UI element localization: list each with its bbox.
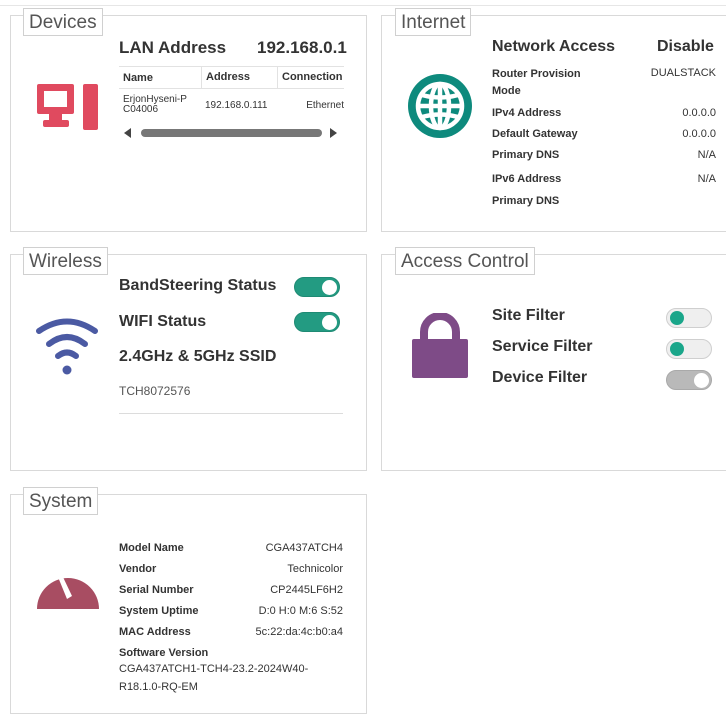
model-name-label: Model Name (119, 542, 184, 554)
internet-card-title: Internet (395, 8, 472, 36)
primary-dns-label: Primary DNS (492, 149, 560, 161)
device-address-cell: 192.168.0.111 (205, 99, 268, 111)
vendor-value: Technicolor (287, 563, 343, 575)
devices-card-title: Devices (23, 8, 103, 36)
wifi-status-label: WIFI Status (119, 313, 207, 330)
device-filter-label: Device Filter (492, 369, 588, 386)
access-control-card-title: Access Control (395, 247, 535, 275)
lan-clients-table: Name Address Connection ErjonHyseni-P C0… (119, 66, 344, 121)
top-divider (0, 5, 726, 6)
monitor-icon (37, 84, 98, 130)
scroll-right-arrow-icon[interactable] (329, 127, 339, 139)
ipv4-address-value: 0.0.0.0 (682, 107, 716, 119)
toggle-knob (694, 373, 709, 388)
gauge-icon (37, 575, 99, 609)
software-version-label: Software Version (119, 647, 209, 659)
ipv6-primary-dns-label: Primary DNS (492, 195, 560, 207)
device-filter-toggle[interactable] (666, 370, 712, 390)
default-gateway-value: 0.0.0.0 (682, 128, 716, 140)
mac-address-value: 5c:22:da:4c:b0:a4 (255, 626, 343, 638)
toggle-knob (670, 342, 684, 356)
site-filter-toggle[interactable] (666, 308, 712, 328)
lan-address-value: 192.168.0.1 (257, 38, 347, 57)
scroll-left-arrow-icon[interactable] (122, 127, 132, 139)
ssid-divider (119, 413, 343, 414)
column-header-address[interactable]: Address (201, 67, 277, 88)
router-provision-label: Router Provision Mode (492, 68, 581, 97)
toggle-knob (322, 280, 337, 295)
vendor-label: Vendor (119, 563, 157, 575)
bandsteering-toggle[interactable] (294, 277, 340, 297)
primary-dns-value: N/A (697, 149, 716, 161)
site-filter-label: Site Filter (492, 307, 565, 324)
service-filter-label: Service Filter (492, 338, 593, 355)
wireless-card-title: Wireless (23, 247, 108, 275)
model-name-value: CGA437ATCH4 (265, 542, 343, 554)
wifi-icon (36, 318, 98, 375)
lan-address-label: LAN Address (119, 38, 227, 57)
network-access-label: Network Access (492, 38, 616, 55)
serial-number-label: Serial Number (119, 584, 194, 596)
system-card-title: System (23, 487, 99, 515)
table-row[interactable]: ErjonHyseni-P C04006 192.168.0.111 Ether… (119, 89, 344, 121)
ipv6-address-label: IPv6 Address (492, 173, 562, 185)
mac-address-label: MAC Address (119, 626, 191, 638)
software-version-line2: R18.1.0-RQ-EM (119, 681, 198, 693)
toggle-knob (322, 315, 337, 330)
service-filter-toggle[interactable] (666, 339, 712, 359)
software-version-line1: CGA437ATCH1-TCH4-23.2-2024W40- (119, 663, 309, 675)
scrollbar-thumb[interactable] (141, 129, 322, 137)
column-header-name[interactable]: Name (119, 72, 201, 84)
column-header-connection[interactable]: Connection (277, 67, 344, 88)
router-provision-value: DUALSTACK (650, 67, 716, 79)
system-uptime-value: D:0 H:0 M:6 S:52 (258, 605, 343, 617)
horizontal-scrollbar[interactable] (122, 127, 342, 139)
system-uptime-label: System Uptime (119, 605, 199, 617)
default-gateway-label: Default Gateway (492, 128, 578, 140)
globe-icon (408, 74, 472, 138)
device-name-cell: ErjonHyseni-P C04006 (123, 94, 187, 115)
ssid-value: TCH8072576 (119, 384, 191, 398)
ipv4-address-label: IPv4 Address (492, 107, 562, 119)
device-connection-cell: Ethernet (306, 99, 344, 111)
network-access-value: Disable (657, 38, 714, 55)
bandsteering-status-label: BandSteering Status (119, 277, 277, 294)
lock-icon (412, 313, 468, 378)
serial-number-value: CP2445LF6H2 (270, 584, 343, 596)
toggle-knob (670, 311, 684, 325)
ssid-label: 2.4GHz & 5GHz SSID (119, 348, 277, 365)
wifi-status-toggle[interactable] (294, 312, 340, 332)
ipv6-address-value: N/A (697, 173, 716, 185)
